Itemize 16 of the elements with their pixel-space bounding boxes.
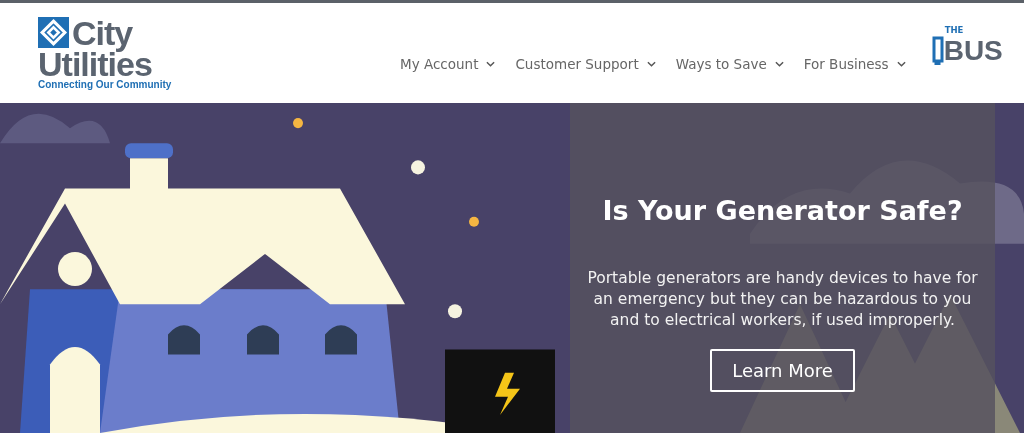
caret-icon	[896, 61, 906, 67]
nav-link[interactable]: Ways to Save	[675, 56, 784, 72]
learn-more-button[interactable]: Learn More	[710, 349, 855, 392]
caret-icon	[486, 61, 496, 67]
logo-tagline: Connecting Our Community	[38, 78, 173, 90]
logo-icon	[38, 17, 69, 48]
nav-link[interactable]: Customer Support	[515, 56, 656, 72]
bus-icon	[931, 35, 944, 65]
caret-icon	[774, 61, 784, 67]
caret-icon	[646, 61, 656, 67]
nav-link[interactable]: For Business	[803, 56, 906, 72]
hero-text: Portable generators are handy devices to have for an emergency but they can be hazardous to you and to electrical workers, if used improperly.	[586, 268, 979, 331]
nav-link[interactable]: My Account	[400, 56, 496, 72]
logo-text[interactable]: BUS	[943, 37, 1003, 65]
logo-text[interactable]: THE	[944, 25, 964, 35]
hero-title: Is Your Generator Safe?	[602, 195, 963, 226]
